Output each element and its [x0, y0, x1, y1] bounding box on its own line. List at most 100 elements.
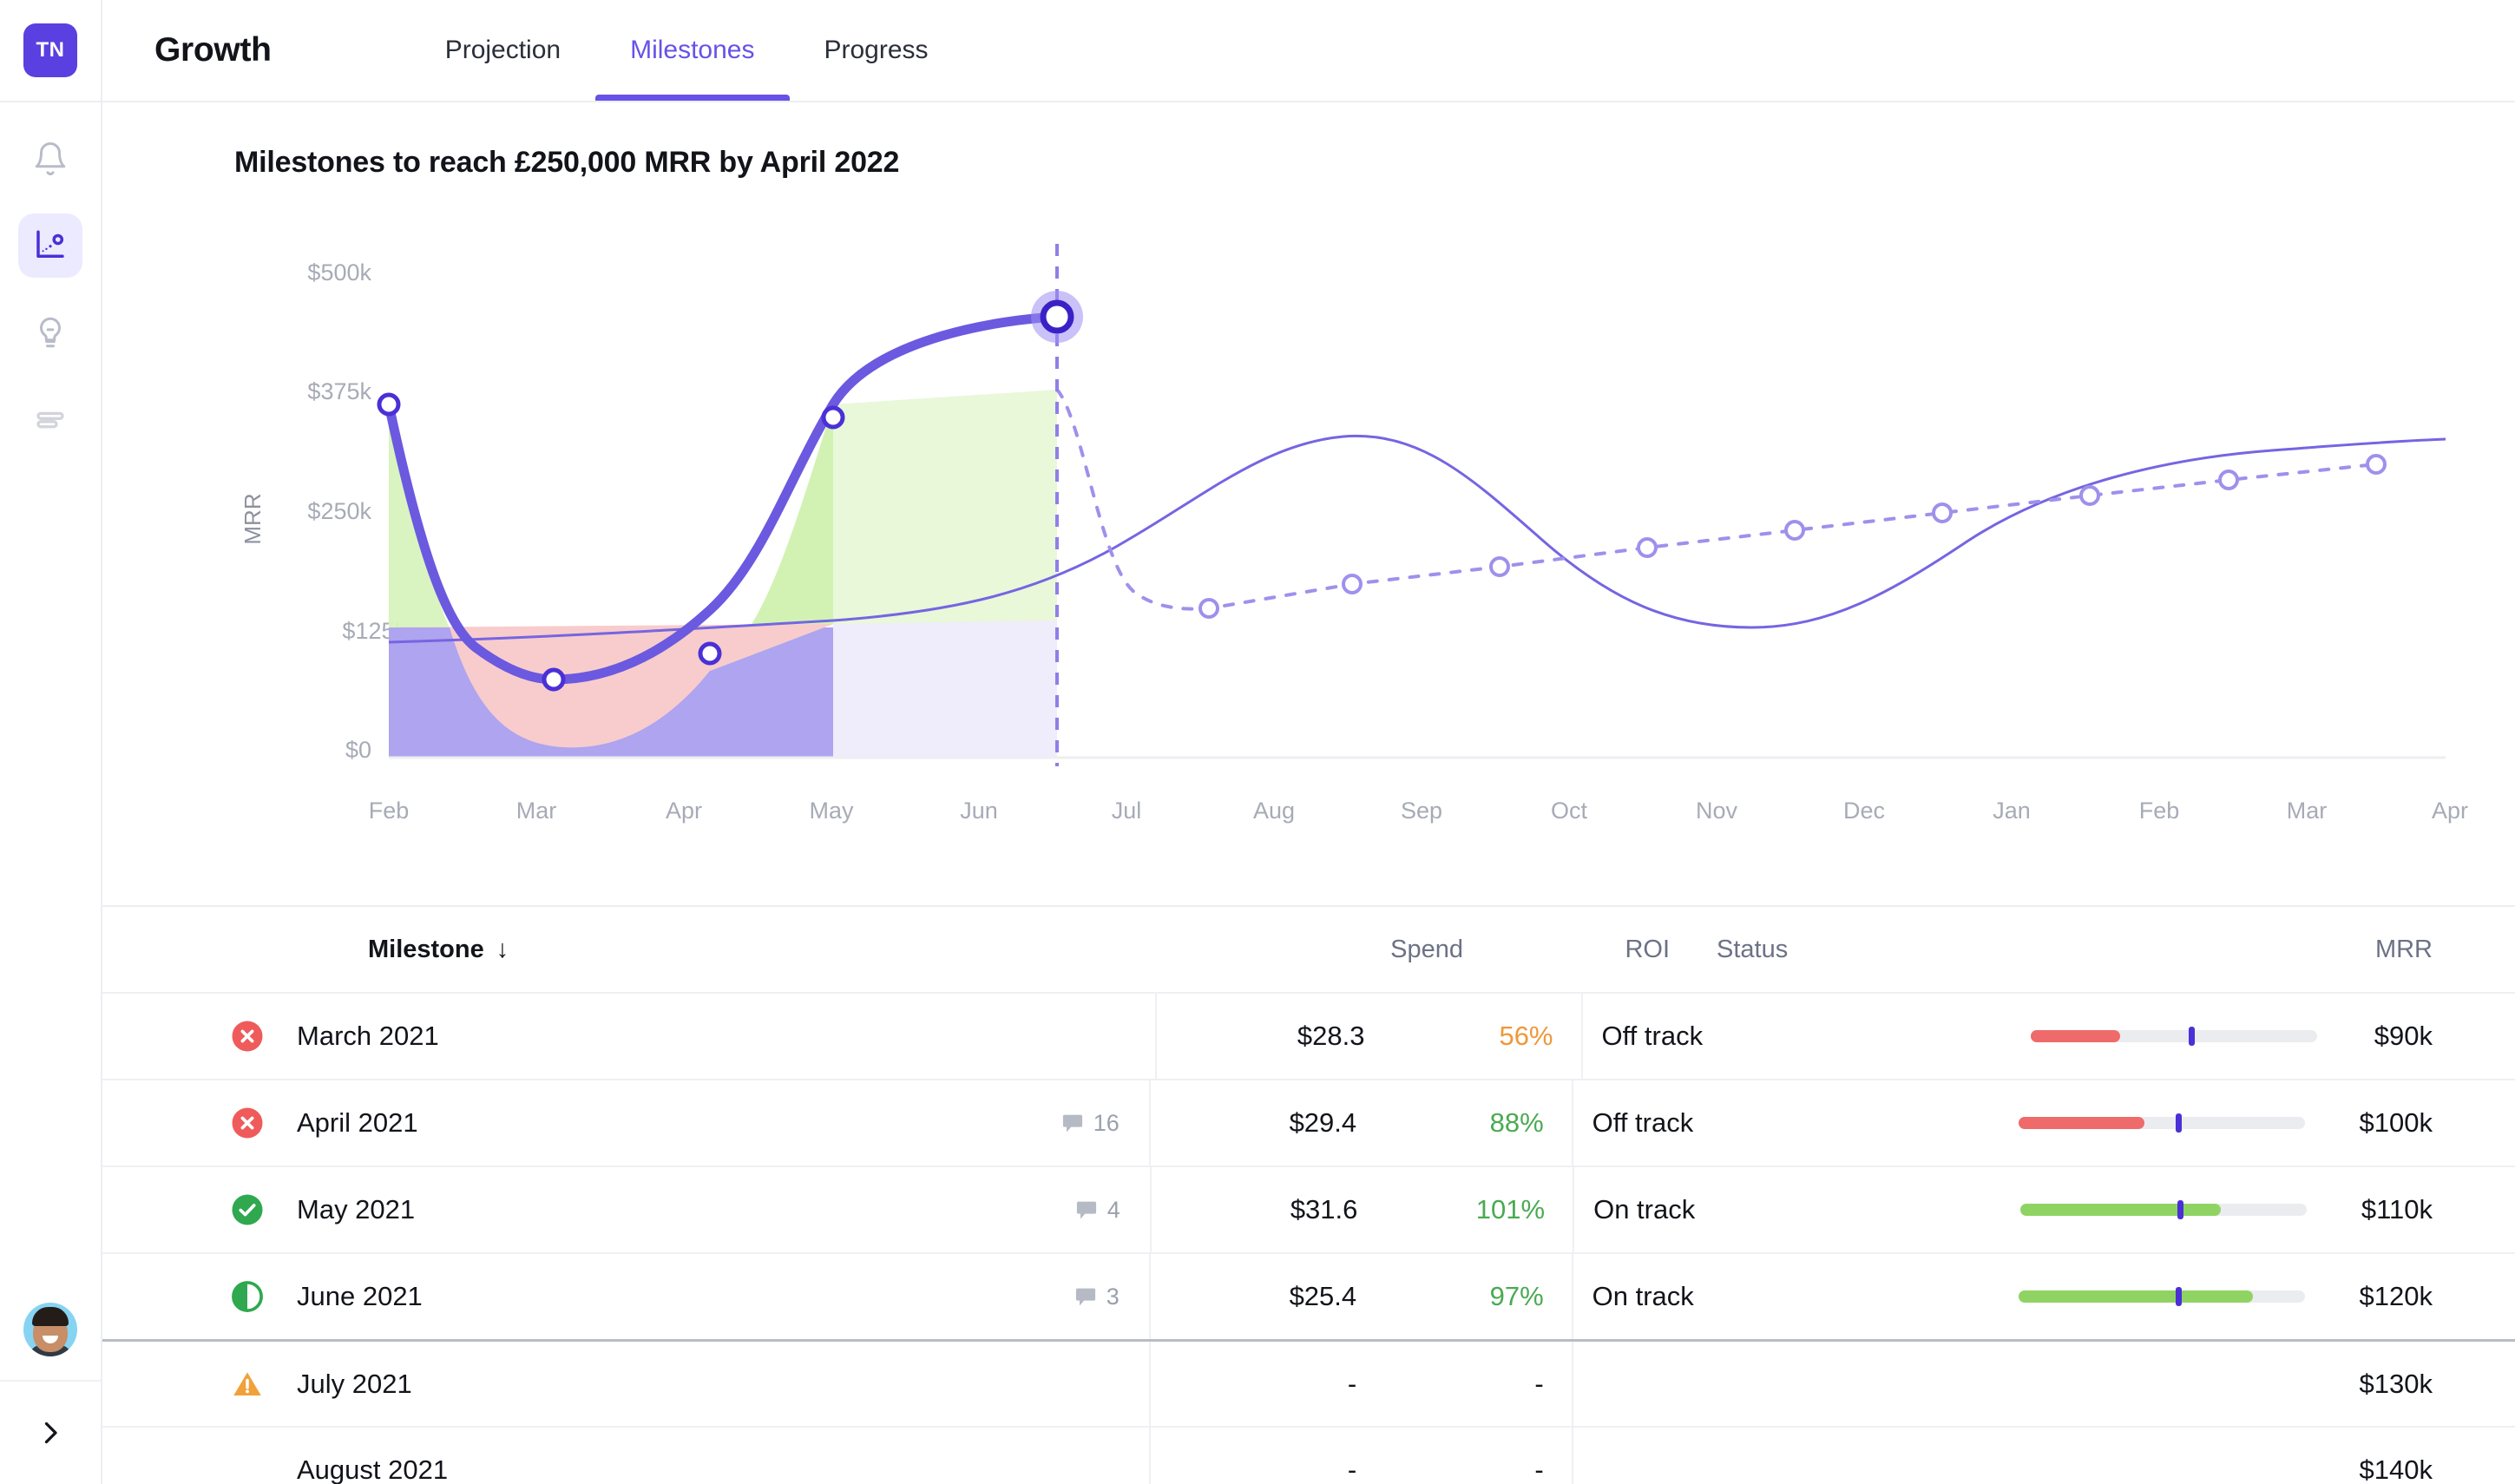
target-point-aug[interactable]	[1343, 575, 1361, 593]
milestone-cell: July 2021	[205, 1342, 1151, 1426]
column-header-roi[interactable]: ROI	[1463, 936, 1697, 964]
target-point-sep[interactable]	[1491, 558, 1508, 575]
tab-milestones[interactable]: Milestones	[595, 0, 789, 101]
comment-count-value: 3	[1106, 1284, 1120, 1310]
comment-count-value: 4	[1107, 1197, 1120, 1224]
roi-cell: 97%	[1356, 1254, 1573, 1339]
target-data-points[interactable]	[1200, 456, 2385, 617]
mrr-cell: $120k	[2360, 1254, 2515, 1339]
selected-data-point[interactable]	[1031, 291, 1083, 343]
target-point-jul[interactable]	[1200, 600, 1218, 617]
table-header-row: Milestone ↓ Spend ROI Status MRR	[102, 907, 2515, 992]
milestone-name: August 2021	[297, 1454, 1120, 1484]
selected-point-dot[interactable]	[1043, 303, 1071, 331]
x-axis-labels: Feb Mar Apr May Jun Jul Aug Sep Oct Nov …	[369, 798, 2468, 824]
page-title: Growth	[128, 0, 296, 101]
mrr-cell: $110k	[2361, 1167, 2515, 1252]
milestone-cell: August 2021	[205, 1428, 1151, 1484]
comment-count[interactable]: 16	[1061, 1110, 1120, 1137]
spend-cell: -	[1151, 1428, 1356, 1484]
milestone-name: June 2021	[297, 1281, 1074, 1312]
sidebar-item-reports[interactable]	[18, 387, 82, 451]
progress-track[interactable]	[2019, 1117, 2305, 1129]
svg-text:Feb: Feb	[2139, 798, 2180, 824]
progress-track[interactable]	[2020, 1204, 2307, 1216]
status-cell	[1573, 1342, 2019, 1426]
workspace-logo[interactable]: TN	[0, 0, 101, 102]
comment-count[interactable]: 4	[1074, 1197, 1120, 1224]
svg-text:$500k: $500k	[307, 259, 371, 286]
milestone-name: July 2021	[297, 1369, 1120, 1400]
column-header-mrr[interactable]: MRR	[2183, 936, 2515, 964]
target-point-dec[interactable]	[1934, 504, 1951, 522]
milestone-cell: May 2021 4	[205, 1167, 1152, 1252]
sidebar-expand-button[interactable]	[0, 1382, 101, 1484]
row-status-icon	[205, 1366, 297, 1402]
row-status-icon	[205, 1105, 297, 1141]
progress-cell	[2020, 1167, 2361, 1252]
milestone-name: May 2021	[297, 1194, 1074, 1225]
data-point-apr[interactable]	[700, 644, 719, 663]
progress-cell	[2031, 994, 2374, 1079]
target-point-feb2[interactable]	[2220, 471, 2237, 489]
comment-count-value: 16	[1093, 1110, 1120, 1137]
half-circle-icon	[229, 1278, 266, 1315]
target-point-mar2[interactable]	[2367, 456, 2385, 473]
data-point-feb[interactable]	[379, 395, 398, 414]
progress-track[interactable]	[2019, 1290, 2305, 1303]
comment-icon	[1061, 1111, 1085, 1135]
check-circle-icon	[229, 1192, 266, 1228]
data-point-mar[interactable]	[544, 670, 563, 689]
svg-text:Jun: Jun	[960, 798, 998, 824]
target-point-jan[interactable]	[2081, 487, 2098, 504]
tab-bar: Projection Milestones Progress	[410, 0, 963, 101]
column-header-milestone[interactable]: Milestone ↓	[205, 936, 1238, 964]
avatar-row[interactable]	[0, 1279, 101, 1382]
svg-text:Jul: Jul	[1112, 798, 1142, 824]
main-area: Growth Projection Milestones Progress Mi…	[102, 0, 2515, 1484]
svg-text:Apr: Apr	[2432, 798, 2468, 824]
comment-count[interactable]: 3	[1074, 1284, 1120, 1310]
tab-projection[interactable]: Projection	[410, 0, 595, 101]
column-header-spend[interactable]: Spend	[1238, 936, 1463, 964]
progress-target-marker	[2177, 1200, 2183, 1219]
progress-cell	[2019, 1254, 2360, 1339]
sidebar-item-growth[interactable]	[18, 213, 82, 278]
milestone-cell: June 2021 3	[205, 1254, 1151, 1339]
sidebar-nav	[18, 127, 82, 451]
avatar[interactable]	[23, 1303, 77, 1356]
sidebar-item-notifications[interactable]	[18, 127, 82, 191]
table-row[interactable]: March 2021 $28.3 56% Off track $90k	[102, 992, 2515, 1079]
table-row[interactable]: April 2021 16 $29.4 88% Off track $100k	[102, 1079, 2515, 1166]
sidebar-footer	[0, 1279, 101, 1484]
projection-line	[389, 436, 2446, 642]
column-header-status[interactable]: Status	[1697, 936, 2183, 964]
y-axis-title: MRR	[240, 493, 266, 544]
target-point-nov[interactable]	[1786, 522, 1803, 539]
chevron-right-icon	[35, 1417, 66, 1448]
roi-cell: 101%	[1357, 1167, 1574, 1252]
warning-triangle-icon	[229, 1366, 266, 1402]
progress-cell	[2019, 1080, 2360, 1166]
progress-fill	[2031, 1030, 2119, 1042]
roi-cell: -	[1356, 1342, 1573, 1426]
table-row[interactable]: May 2021 4 $31.6 101% On track $110k	[102, 1166, 2515, 1252]
svg-text:May: May	[809, 798, 854, 824]
tab-progress[interactable]: Progress	[790, 0, 963, 101]
table-row[interactable]: June 2021 3 $25.4 97% On track $120k	[102, 1252, 2515, 1339]
target-point-oct[interactable]	[1638, 539, 1656, 556]
sidebar-item-insights[interactable]	[18, 300, 82, 364]
table-row[interactable]: August 2021 - - $140k	[102, 1426, 2515, 1484]
table-row[interactable]: July 2021 - - $130k	[102, 1339, 2515, 1426]
progress-track[interactable]	[2031, 1030, 2317, 1042]
svg-text:Oct: Oct	[1551, 798, 1588, 824]
milestone-cell: April 2021 16	[205, 1080, 1151, 1166]
svg-text:Feb: Feb	[369, 798, 410, 824]
error-circle-icon	[229, 1105, 266, 1141]
svg-text:Nov: Nov	[1696, 798, 1738, 824]
status-cell: Off track	[1573, 1080, 2019, 1166]
milestones-chart[interactable]: $500k $375k $250k $125k $0 MRR	[102, 220, 2515, 905]
data-point-may[interactable]	[824, 408, 843, 427]
row-status-icon	[205, 1018, 297, 1054]
avatar-hair	[32, 1307, 69, 1326]
